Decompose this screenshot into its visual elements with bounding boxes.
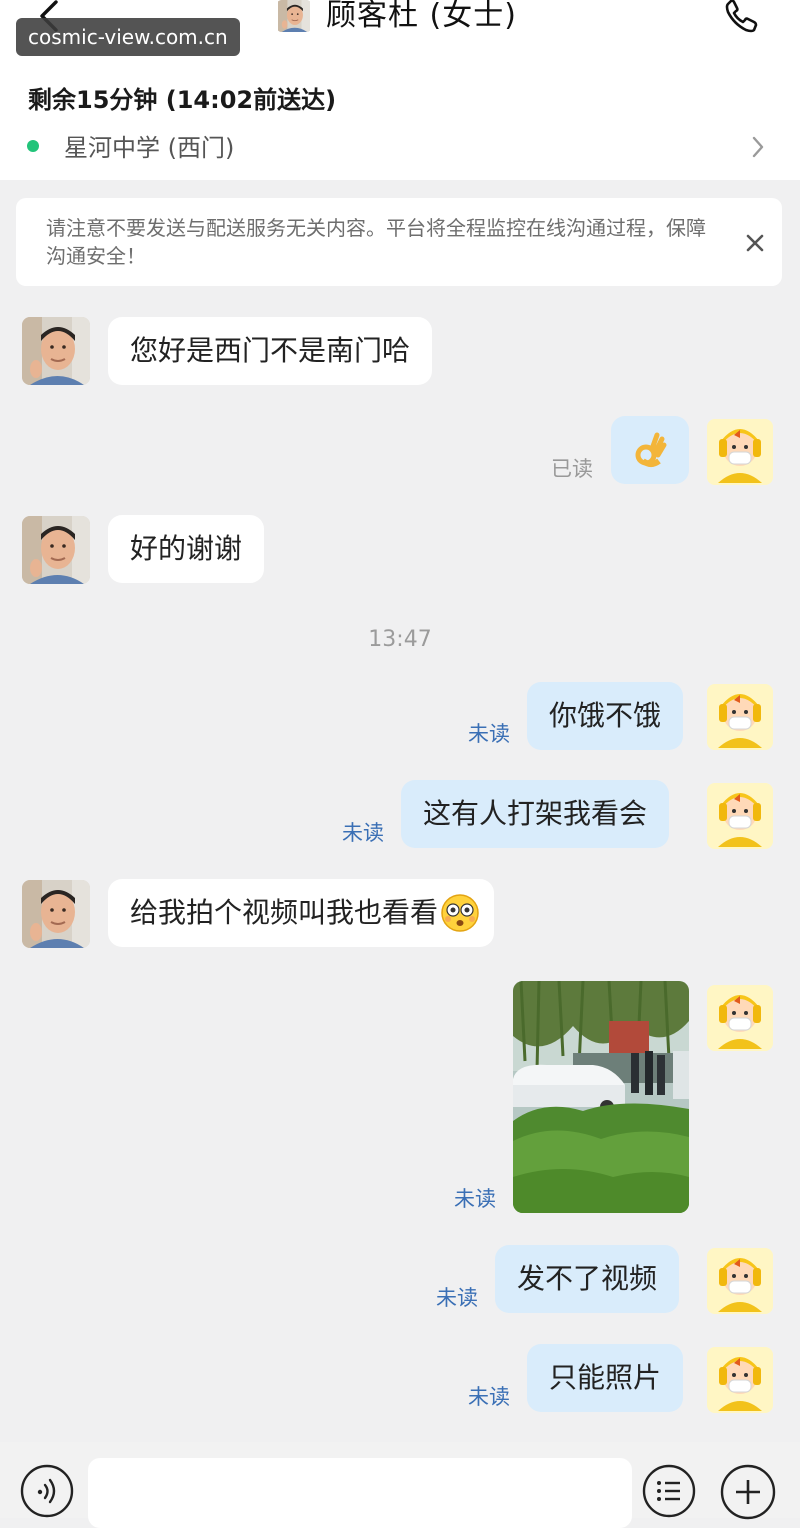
ok-hand-emoji-icon <box>635 432 667 467</box>
photo-message[interactable] <box>513 981 689 1213</box>
unread-status: 未读 <box>436 1286 478 1310</box>
courier-avatar[interactable] <box>707 1347 773 1413</box>
incoming-message-bubble[interactable]: 好的谢谢 <box>108 515 265 583</box>
customer-avatar[interactable] <box>22 880 90 948</box>
unread-status: 未读 <box>342 821 384 845</box>
close-icon[interactable] <box>740 228 770 258</box>
page-title: 顾客杜 (女士) <box>326 0 517 33</box>
quick-reply-list-icon[interactable] <box>642 1464 696 1518</box>
unread-status: 未读 <box>454 1187 496 1211</box>
courier-avatar[interactable] <box>707 684 773 750</box>
header-avatar <box>276 0 312 32</box>
photo-image <box>513 981 689 1213</box>
outgoing-message-bubble[interactable]: 你饿不饿 <box>527 682 684 750</box>
incoming-message-bubble[interactable]: 您好是西门不是南门哈 <box>108 317 433 385</box>
outgoing-message-bubble[interactable]: 这有人打架我看会 <box>401 780 670 848</box>
phone-icon[interactable] <box>718 0 762 38</box>
delivery-location[interactable]: 星河中学 (西门) <box>64 128 234 163</box>
unread-status: 未读 <box>468 1385 510 1409</box>
add-icon[interactable] <box>720 1464 776 1520</box>
flushed-face-emoji-icon <box>441 894 479 932</box>
notice-text: 请注意不要发送与配送服务无关内容。平台将全程监控在线沟通过程，保障沟通安全！ <box>46 216 706 268</box>
outgoing-message-bubble[interactable]: 只能照片 <box>527 1344 684 1412</box>
outgoing-message-bubble[interactable]: 发不了视频 <box>495 1245 680 1313</box>
notice-banner: 请注意不要发送与配送服务无关内容。平台将全程监控在线沟通过程，保障沟通安全！ <box>16 198 782 286</box>
courier-avatar[interactable] <box>707 1248 773 1314</box>
customer-avatar[interactable] <box>22 516 90 584</box>
status-dot-icon <box>27 140 39 152</box>
chat-timestamp: 13:47 <box>368 627 432 652</box>
voice-input-icon[interactable] <box>20 1464 74 1518</box>
courier-avatar[interactable] <box>707 985 773 1051</box>
delivery-time-info: 剩余15分钟 (14:02前送达) <box>28 86 337 114</box>
watermark: cosmic-view.com.cn <box>16 18 240 56</box>
unread-status: 未读 <box>468 722 510 746</box>
customer-avatar[interactable] <box>22 317 90 385</box>
courier-avatar[interactable] <box>707 783 773 849</box>
incoming-message-text: 给我拍个视频叫我也看看 <box>130 896 439 929</box>
courier-avatar[interactable] <box>707 419 773 485</box>
outgoing-message-bubble[interactable] <box>611 416 689 484</box>
incoming-message-bubble[interactable]: 给我拍个视频叫我也看看 <box>108 879 495 947</box>
chevron-right-icon[interactable] <box>748 134 768 160</box>
read-status: 已读 <box>551 457 593 481</box>
input-bar <box>0 1442 800 1528</box>
